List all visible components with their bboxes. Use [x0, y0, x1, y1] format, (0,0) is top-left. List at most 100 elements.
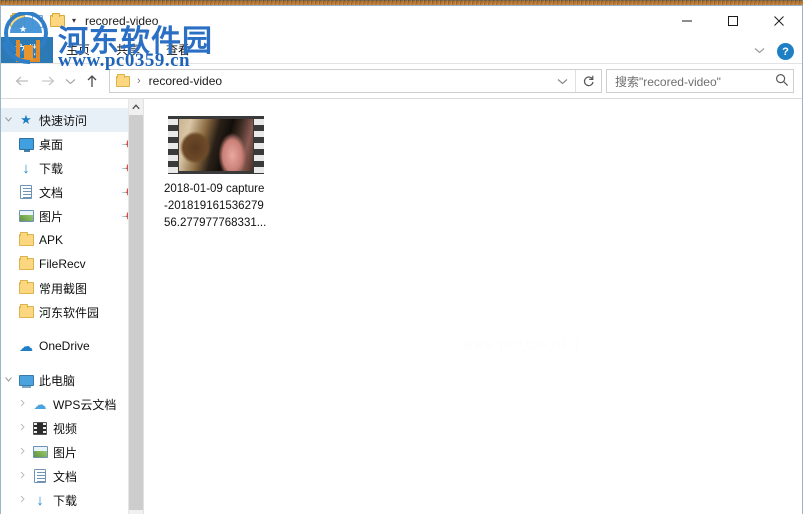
refresh-icon[interactable]	[575, 70, 601, 92]
sidebar-item-videos[interactable]: 视频	[1, 416, 143, 440]
sidebar-item-downloads-pc[interactable]: ↓ 下载	[1, 488, 143, 512]
video-icon	[30, 419, 50, 437]
chevron-collapsed-icon[interactable]	[15, 471, 30, 481]
tab-share[interactable]: 共享	[103, 37, 153, 63]
sidebar-item-apk[interactable]: › APK	[1, 228, 143, 252]
this-pc-icon	[16, 371, 36, 389]
sidebar-item-label: FileRecv	[39, 257, 86, 271]
chevron-placeholder-icon: ›	[1, 261, 16, 268]
chevron-expanded-icon[interactable]	[1, 116, 16, 125]
explorer-body: ★ 快速访问 › 桌面 📌 › ↓ 下载 📌 › 文档 📌	[1, 98, 802, 514]
sidebar-item-pictures[interactable]: › 图片 📌	[1, 204, 143, 228]
sidebar-item-onedrive[interactable]: › ☁ OneDrive	[1, 334, 143, 358]
file-explorer-window: ▾ recored-video 文件 主页 共享 查看 ? › recored-…	[0, 5, 803, 514]
sidebar-item-label: 视频	[53, 421, 78, 436]
chevron-down-icon[interactable]	[754, 46, 765, 57]
folder-icon	[16, 303, 36, 321]
scroll-up-button[interactable]	[129, 99, 143, 115]
content-watermark: www.pc0359.NET	[462, 337, 582, 353]
scrollbar-thumb[interactable]	[129, 115, 143, 510]
sidebar-item-pictures-pc[interactable]: 图片	[1, 440, 143, 464]
file-name-label[interactable]: 2018-01-09 capture-20181916153627956.277…	[164, 181, 268, 232]
list-item[interactable]: 2018-01-09 capture-20181916153627956.277…	[162, 115, 270, 232]
search-icon[interactable]	[775, 73, 789, 90]
desktop-icon	[16, 135, 36, 153]
breadcrumb-separator: ›	[137, 75, 141, 87]
back-button[interactable]	[9, 68, 35, 94]
window-controls	[664, 6, 802, 36]
close-button[interactable]	[756, 6, 802, 36]
file-list-view[interactable]: 2018-01-09 capture-20181916153627956.277…	[144, 99, 802, 514]
thumbnail-image	[179, 119, 253, 171]
minimize-button[interactable]	[664, 6, 710, 36]
sidebar-item-label: 常用截图	[39, 281, 88, 296]
folder-icon	[16, 255, 36, 273]
address-dropdown-icon[interactable]	[549, 70, 575, 92]
sidebar-item-screenshots[interactable]: › 常用截图	[1, 276, 143, 300]
sidebar-item-downloads[interactable]: › ↓ 下载 📌	[1, 156, 143, 180]
chevron-placeholder-icon: ›	[1, 165, 16, 172]
search-input[interactable]: 搜索"recored-video"	[615, 73, 775, 90]
chevron-placeholder-icon: ›	[1, 213, 16, 220]
navigation-pane: ★ 快速访问 › 桌面 📌 › ↓ 下载 📌 › 文档 📌	[1, 99, 144, 514]
maximize-button[interactable]	[710, 6, 756, 36]
chevron-placeholder-icon: ›	[1, 343, 16, 350]
forward-button[interactable]	[35, 68, 61, 94]
sidebar-item-hedong[interactable]: › 河东软件园	[1, 300, 143, 324]
sidebar-item-filerecv[interactable]: › FileRecv	[1, 252, 143, 276]
chevron-placeholder-icon: ›	[1, 141, 16, 148]
filmstrip-frame	[168, 116, 264, 174]
sidebar-item-label: OneDrive	[39, 339, 90, 353]
address-input[interactable]: › recored-video	[109, 69, 602, 93]
breadcrumb-path[interactable]: recored-video	[149, 74, 222, 88]
sidebar-item-documents[interactable]: › 文档 📌	[1, 180, 143, 204]
tab-file[interactable]: 文件	[1, 37, 54, 63]
chevron-placeholder-icon: ›	[1, 189, 16, 196]
quick-access-toolbar: ▾	[9, 13, 79, 30]
cloud-icon: ☁	[33, 396, 47, 412]
sidebar-item-label: APK	[39, 233, 64, 247]
document-icon	[16, 183, 36, 201]
sidebar-item-label: 文档	[53, 469, 78, 484]
folder-icon	[16, 279, 36, 297]
video-thumbnail[interactable]	[168, 115, 264, 175]
chevron-collapsed-icon[interactable]	[15, 423, 30, 433]
sidebar-item-quick-access[interactable]: ★ 快速访问	[1, 108, 143, 132]
sidebar-item-label: 此电脑	[39, 373, 76, 388]
folder-icon	[16, 231, 36, 249]
tab-view[interactable]: 查看	[153, 37, 203, 63]
chevron-collapsed-icon[interactable]	[15, 495, 30, 505]
sprocket-holes-left-icon	[168, 116, 178, 174]
customize-qat-caret-icon[interactable]: ▾	[69, 17, 79, 25]
pictures-icon	[30, 443, 50, 461]
chevron-expanded-icon[interactable]	[1, 376, 16, 385]
address-actions	[549, 70, 601, 92]
sidebar-item-wps-cloud[interactable]: ☁ WPS云文档	[1, 392, 143, 416]
search-box[interactable]: 搜索"recored-video"	[606, 69, 794, 93]
up-button[interactable]	[79, 68, 105, 94]
tab-home[interactable]: 主页	[53, 37, 103, 63]
ribbon-tabs: 文件 主页 共享 查看	[1, 35, 203, 63]
help-icon[interactable]: ?	[777, 43, 794, 60]
onedrive-icon: ☁	[19, 338, 33, 354]
chevron-collapsed-icon[interactable]	[15, 447, 30, 457]
sidebar-item-label: 河东软件园	[39, 305, 100, 320]
navigation-pane-scrollbar[interactable]	[128, 99, 143, 514]
sidebar-item-this-pc[interactable]: 此电脑	[1, 368, 143, 392]
folder-icon	[116, 73, 130, 87]
download-icon: ↓	[22, 159, 30, 177]
recent-locations-button[interactable]	[61, 68, 79, 94]
window-title: recored-video	[85, 14, 159, 28]
sidebar-item-label: 下载	[53, 493, 78, 508]
sidebar-item-label: 图片	[39, 209, 64, 224]
star-icon: ★	[20, 112, 32, 127]
new-folder-icon[interactable]	[49, 13, 66, 30]
sidebar-item-label: 下载	[39, 161, 64, 176]
download-icon: ↓	[36, 491, 44, 509]
properties-icon[interactable]	[29, 13, 46, 30]
chevron-collapsed-icon[interactable]	[15, 399, 30, 409]
folder-icon[interactable]	[9, 13, 26, 30]
sprocket-holes-right-icon	[254, 116, 264, 174]
sidebar-item-desktop[interactable]: › 桌面 📌	[1, 132, 143, 156]
sidebar-item-documents-pc[interactable]: 文档	[1, 464, 143, 488]
